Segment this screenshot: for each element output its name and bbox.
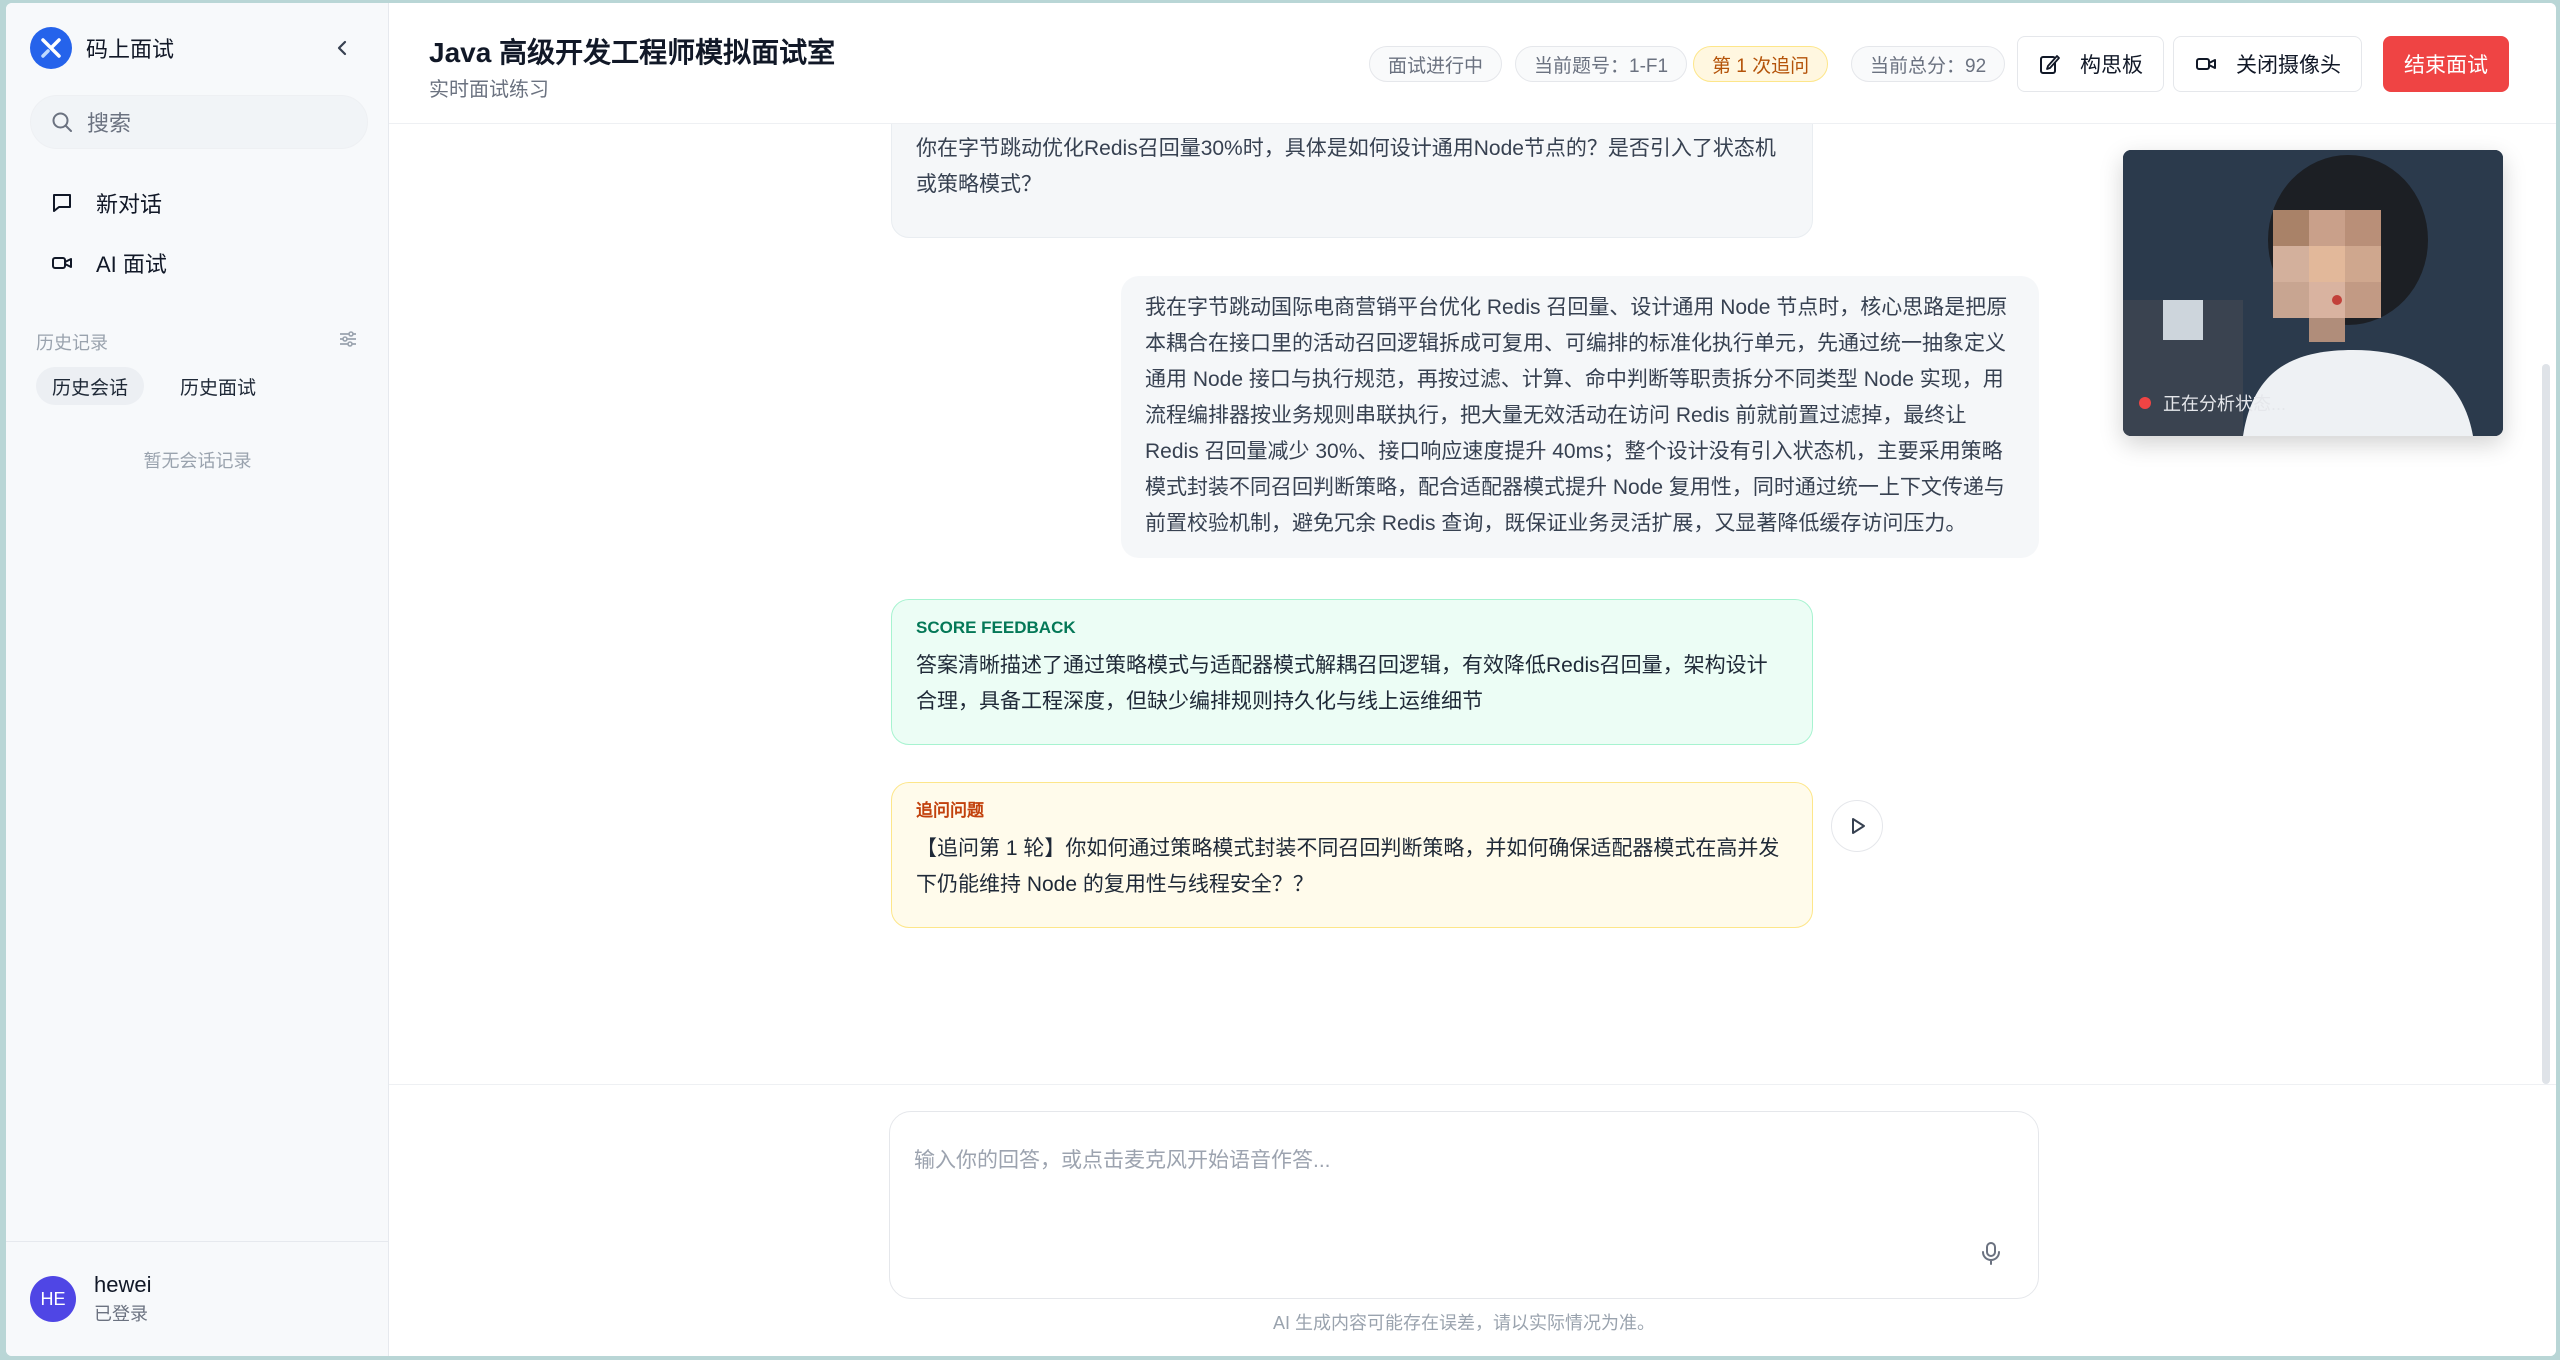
camera-status: 正在分析状态... [2139, 390, 2286, 416]
score-feedback-line: 合理，具备工程深度，但缺少编排规则持久化与线上运维细节 [916, 690, 1483, 713]
recording-dot-icon [2139, 397, 2151, 409]
answer-line: 前置校验机制，避免冗余 Redis 查询，既保证业务灵活扩展，又显著降低缓存访问… [1145, 512, 1967, 535]
app-window: 码上面试 搜索 新对话 AI 面试 历史记录 历史会话 历史面试 暂无会话记录 … [6, 3, 2556, 1356]
answer-line: 模式封装不同召回判断策略，配合适配器模式提升 Node 复用性，同时通过统一上下… [1145, 476, 2005, 499]
follow-up-tag: 追问问题 [916, 801, 984, 820]
avatar: HE [30, 1276, 76, 1322]
nav-ai-interview[interactable]: AI 面试 [30, 237, 368, 289]
follow-up-card: 追问问题 【追问第 1 轮】你如何通过策略模式封装不同召回判断策略，并如何确保适… [891, 782, 1813, 928]
user-answer-message: 我在字节跳动国际电商营销平台优化 Redis 召回量、设计通用 Node 节点时… [1121, 276, 2039, 558]
toggle-camera-label: 关闭摄像头 [2236, 54, 2341, 77]
question-number-badge: 当前题号：1-F1 [1515, 46, 1688, 82]
sidebar: 码上面试 搜索 新对话 AI 面试 历史记录 历史会话 历史面试 暂无会话记录 … [6, 3, 389, 1356]
tab-history-chats[interactable]: 历史会话 [36, 367, 145, 405]
main-panel: Java 高级开发工程师模拟面试室 实时面试练习 面试进行中 当前题号：1-F1… [389, 3, 2556, 1356]
score-feedback-card: SCORE FEEDBACK 答案清晰描述了通过策略模式与适配器模式解耦召回逻辑… [891, 599, 1813, 745]
header: Java 高级开发工程师模拟面试室 实时面试练习 面试进行中 当前题号：1-F1… [389, 3, 2556, 124]
nav-ai-interview-label: AI 面试 [96, 252, 167, 277]
collapse-sidebar-button[interactable] [328, 33, 358, 63]
play-audio-button[interactable] [1831, 800, 1883, 852]
answer-input[interactable] [890, 1112, 2038, 1242]
answer-line: 本耦合在接口里的活动召回逻辑拆成可复用、可编排的标准化执行单元，先通过统一抽象定… [1145, 332, 2006, 355]
empty-history-text: 暂无会话记录 [143, 451, 252, 471]
input-area: AI 生成内容可能存在误差，请以实际情况为准。 [389, 1084, 2556, 1356]
score-badge: 当前总分：92 [1851, 46, 2006, 82]
user-name: hewei [94, 1272, 152, 1297]
ai-question-line: 或策略模式？ [916, 173, 1042, 196]
toggle-camera-button[interactable]: 关闭摄像头 [2173, 36, 2362, 92]
whiteboard-label: 构思板 [2080, 54, 2143, 77]
chat-bubble-icon [53, 194, 71, 212]
tab-history-interviews[interactable]: 历史面试 [164, 367, 272, 405]
interview-status-badge: 面试进行中 [1369, 46, 1503, 82]
search-input[interactable]: 搜索 [30, 95, 368, 149]
camera-status-text: 正在分析状态... [2163, 394, 2287, 414]
search-placeholder: 搜索 [87, 111, 132, 136]
answer-line: 我在字节跳动国际电商营销平台优化 Redis 召回量、设计通用 Node 节点时… [1145, 296, 2008, 319]
filter-icon[interactable] [338, 329, 358, 354]
edit-board-icon [2038, 52, 2062, 76]
ai-question-message: 你在字节跳动优化Redis召回量30%时，具体是如何设计通用Node节点的？是否… [891, 124, 1813, 238]
brand[interactable]: 码上面试 [30, 27, 174, 69]
whiteboard-button[interactable]: 构思板 [2017, 36, 2164, 92]
chevron-left-icon [337, 40, 347, 56]
camera-preview: 正在分析状态... [2123, 150, 2503, 436]
answer-line: 通用 Node 接口与执行规范，再按过滤、计算、命中判断等职责拆分不同类型 No… [1145, 368, 2004, 391]
answer-line: Redis 召回量减少 30%、接口响应速度提升 40ms；整个设计没有引入状态… [1145, 440, 2003, 463]
nav-new-chat-label: 新对话 [96, 192, 163, 217]
ai-disclaimer: AI 生成内容可能存在误差，请以实际情况为准。 [1272, 1313, 1655, 1333]
follow-up-line: 下仍能维持 Node 的复用性与线程安全？？ [916, 873, 1314, 896]
video-camera-icon [2194, 52, 2218, 76]
nav-new-chat[interactable]: 新对话 [30, 177, 368, 229]
score-feedback-tag: SCORE FEEDBACK [916, 618, 1076, 637]
brand-name: 码上面试 [86, 37, 175, 62]
conversation-scrollbar[interactable] [2542, 364, 2550, 1084]
score-feedback-line: 答案清晰描述了通过策略模式与适配器模式解耦召回逻辑，有效降低Redis召回量，架… [916, 654, 1768, 677]
microphone-icon [1982, 1242, 2000, 1265]
followup-badge: 第 1 次追问 [1693, 46, 1829, 82]
follow-up-line: 【追问第 1 轮】你如何通过策略模式封装不同召回判断策略，并如何确保适配器模式在… [916, 837, 1780, 860]
video-camera-icon [52, 257, 72, 269]
answer-line: 流程编排器按业务规则串联执行，把大量无效活动在访问 Redis 前就前置过滤掉，… [1145, 404, 1967, 427]
history-title: 历史记录 [36, 333, 108, 353]
user-status: 已登录 [94, 1304, 148, 1324]
search-icon [52, 112, 72, 132]
ai-question-line: 你在字节跳动优化Redis召回量30%时，具体是如何设计通用Node节点的？是否… [916, 137, 1776, 160]
page-subtitle: 实时面试练习 [429, 79, 549, 101]
play-icon [1852, 818, 1865, 834]
page-title: Java 高级开发工程师模拟面试室 [429, 37, 836, 68]
microphone-button[interactable] [1980, 1241, 2002, 1270]
end-interview-button[interactable]: 结束面试 [2383, 36, 2509, 92]
answer-input-box [889, 1111, 2039, 1299]
logo-icon [30, 27, 72, 69]
user-profile[interactable]: HE hewei 已登录 [6, 1241, 389, 1356]
